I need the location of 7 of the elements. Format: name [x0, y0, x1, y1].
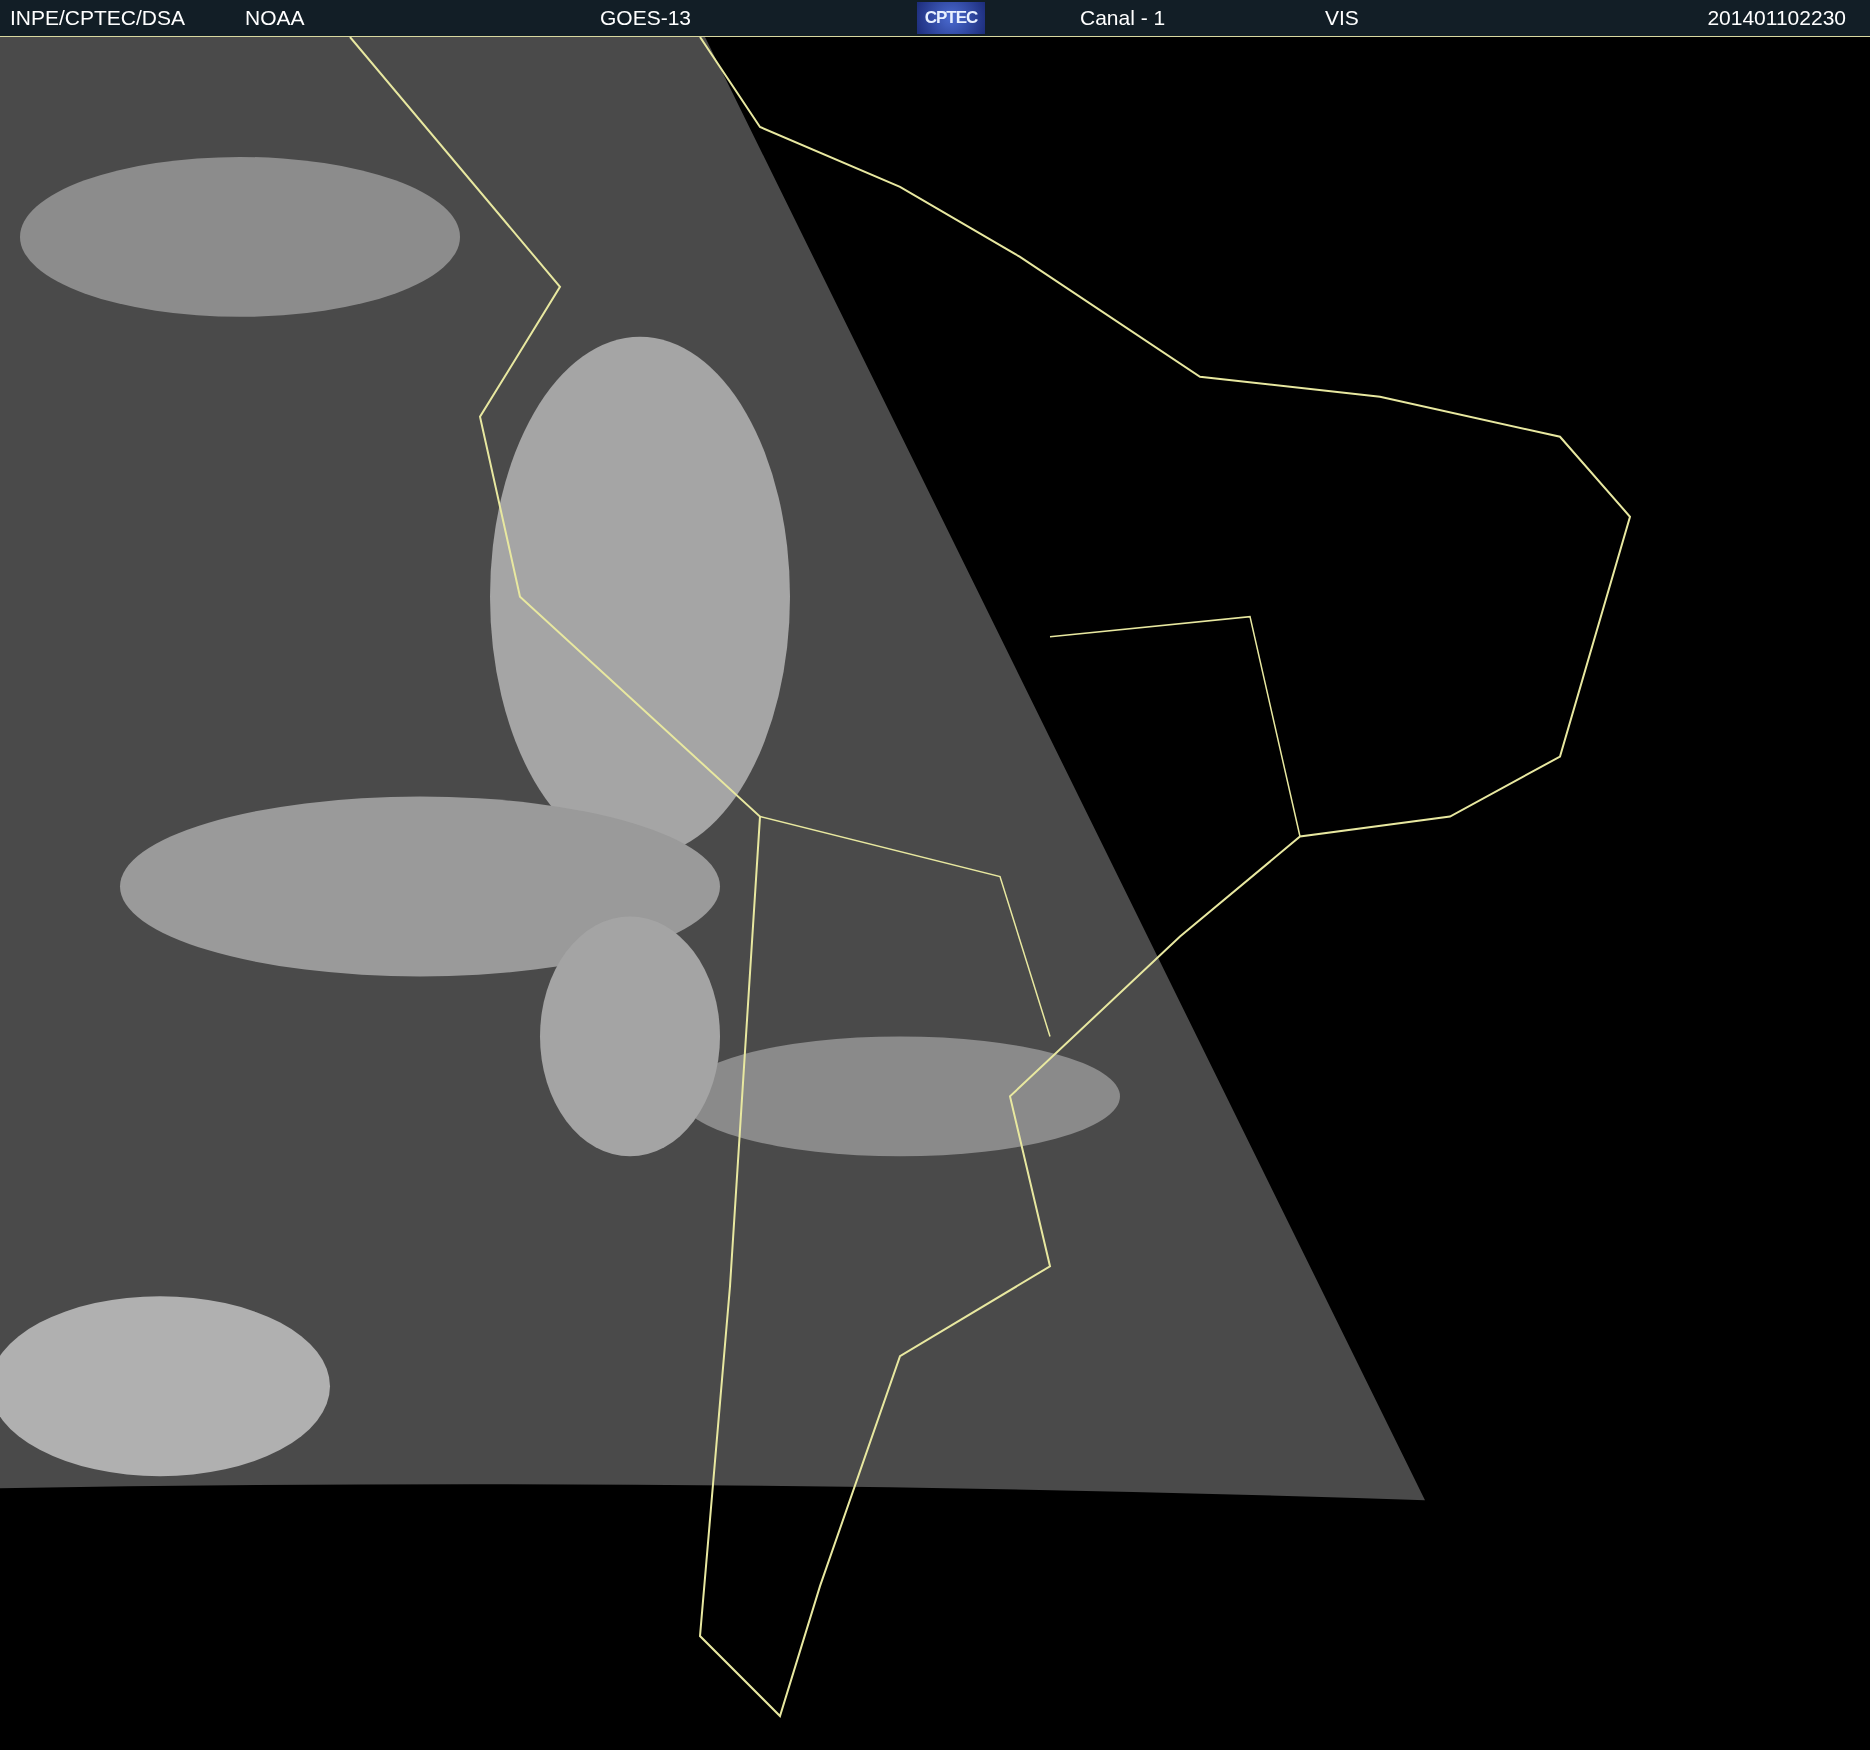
source-label: INPE/CPTEC/DSA	[10, 6, 187, 30]
channel-label: Canal - 1	[1080, 6, 1167, 30]
agency-label: NOAA	[245, 6, 306, 30]
logo: CPTEC	[917, 2, 985, 34]
band-label: VIS	[1325, 6, 1360, 30]
timestamp-label: 201401102230	[1707, 6, 1846, 30]
satellite-label: GOES-13	[600, 6, 693, 30]
